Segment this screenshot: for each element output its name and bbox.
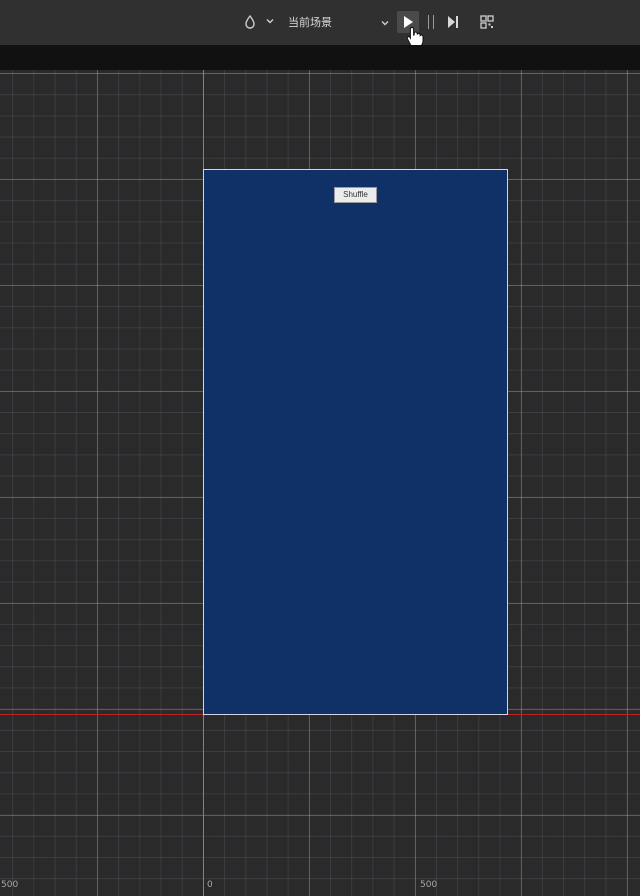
step-forward-icon	[448, 16, 458, 28]
editor-toolbar: 当前场景	[0, 0, 640, 48]
scene-selector-label: 当前场景	[288, 16, 332, 29]
qr-preview-button[interactable]	[480, 14, 494, 33]
game-canvas-frame[interactable]: Shuffle	[203, 169, 508, 715]
ruler-label: 500	[1, 880, 19, 890]
pause-icon	[428, 15, 429, 29]
shuffle-button[interactable]: Shuffle	[334, 187, 377, 203]
scene-selector[interactable]: 当前场景	[288, 14, 392, 32]
qr-code-icon	[480, 15, 494, 29]
pause-icon	[433, 15, 434, 29]
drop-icon[interactable]	[244, 14, 256, 32]
chevron-down-icon	[380, 14, 390, 39]
step-button[interactable]	[446, 14, 460, 34]
toolbar-separator	[0, 45, 640, 70]
pause-button[interactable]	[426, 15, 436, 29]
chevron-down-icon[interactable]	[265, 16, 275, 29]
ruler-label: 500	[420, 880, 438, 890]
ruler-label: 0	[207, 880, 213, 890]
scene-viewport[interactable]: Shuffle 500 0 500	[0, 70, 640, 896]
